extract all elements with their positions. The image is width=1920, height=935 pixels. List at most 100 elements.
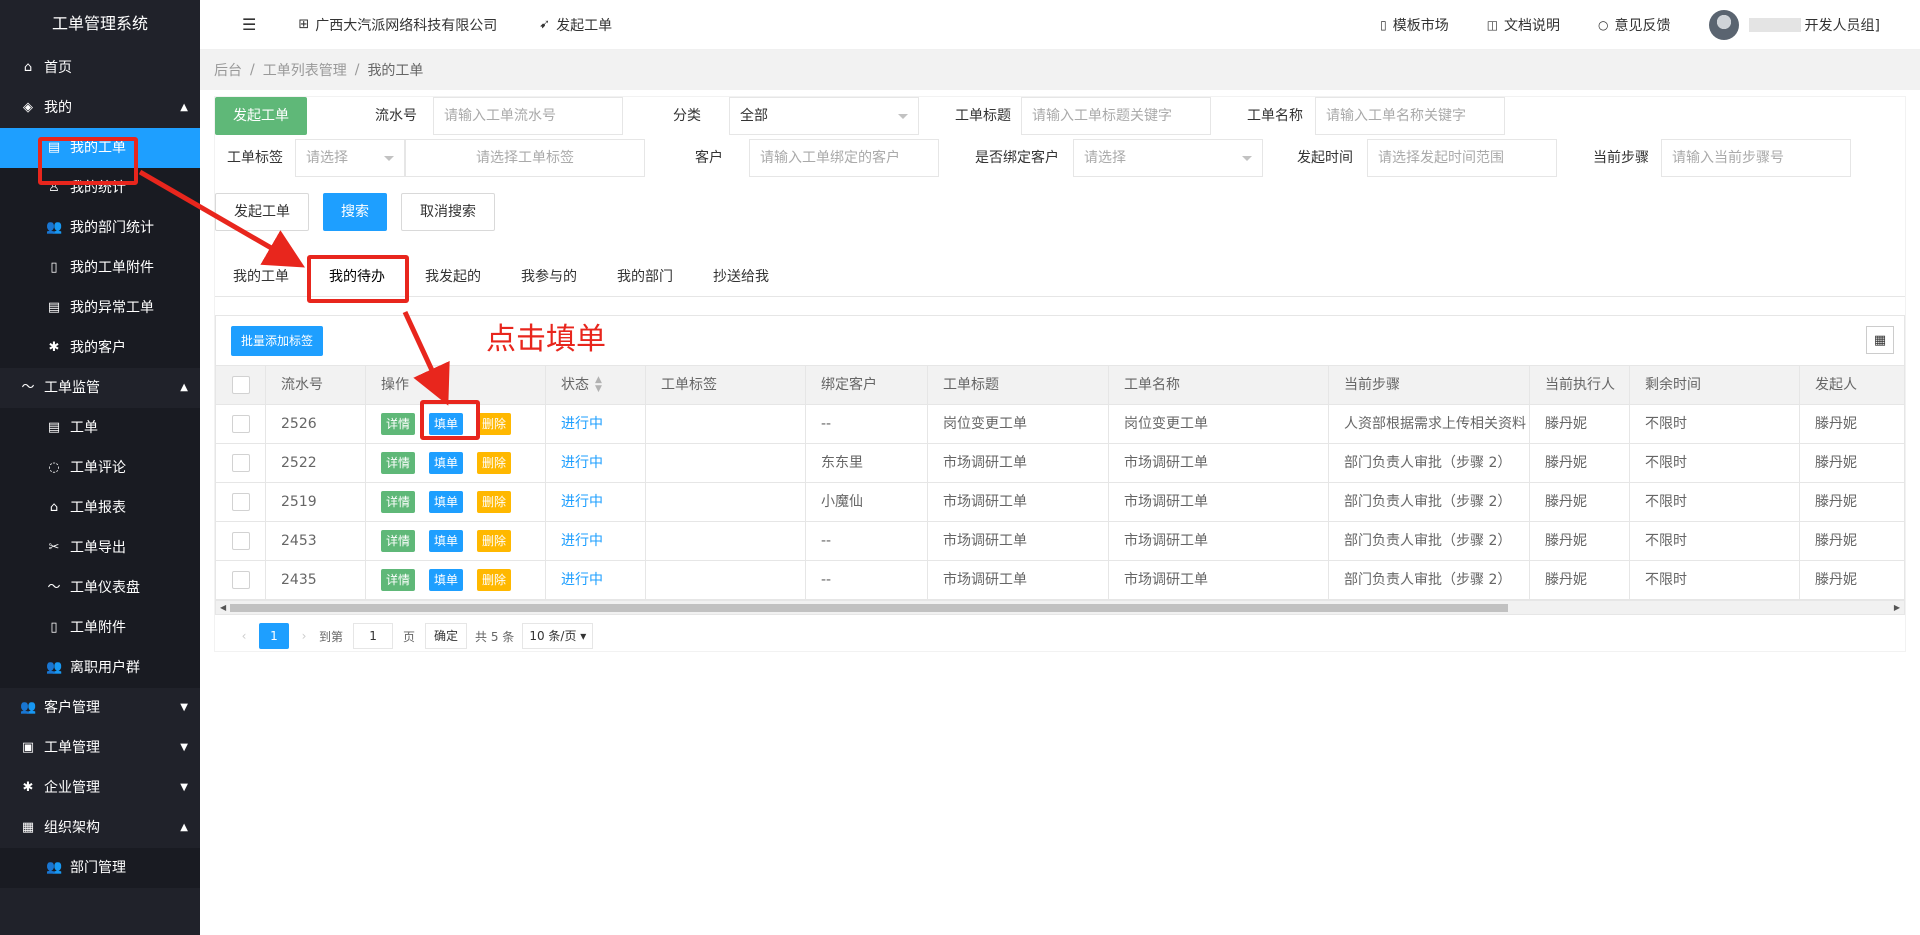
col-status[interactable]: 状态 ▲ ▼: [546, 366, 646, 404]
next-page-icon[interactable]: ›: [289, 623, 319, 649]
tab-participated[interactable]: 我参与的: [503, 257, 595, 297]
fill-button[interactable]: 填单: [429, 491, 464, 513]
delete-button[interactable]: 删除: [477, 413, 512, 435]
fill-button[interactable]: 填单: [429, 452, 464, 474]
company-switch-button[interactable]: ⊞ 广西大汽派网络科技有限公司: [298, 15, 497, 35]
col-remain: 剩余时间: [1630, 366, 1800, 404]
create-ticket-button[interactable]: 发起工单: [215, 97, 307, 135]
delete-button[interactable]: 删除: [477, 569, 512, 591]
sidebar-item-dept-mgmt[interactable]: 👥 部门管理: [0, 848, 200, 888]
row-checkbox[interactable]: [216, 444, 266, 482]
bind-customer-select[interactable]: 请选择: [1073, 139, 1263, 177]
sidebar-item-my-attachments[interactable]: ▯ 我的工单附件: [0, 248, 200, 288]
doc-icon: ▤: [47, 420, 61, 435]
sidebar-group-enterprise[interactable]: ✱ 企业管理 ▼: [0, 768, 200, 808]
sidebar-item-resigned-users[interactable]: 👥 离职用户群: [0, 648, 200, 688]
cell-status[interactable]: 进行中: [546, 522, 646, 560]
row-checkbox[interactable]: [216, 561, 266, 599]
send-icon: ➹: [539, 17, 551, 32]
horizontal-scrollbar[interactable]: ◀ ▶: [216, 600, 1904, 614]
scrollbar-thumb[interactable]: [230, 604, 1508, 612]
category-label: 分类: [673, 108, 701, 124]
columns-icon[interactable]: ▦: [1866, 326, 1894, 354]
page-current[interactable]: 1: [259, 623, 289, 649]
batch-add-tag-button[interactable]: 批量添加标签: [231, 326, 324, 356]
sidebar-item-my-abnormal[interactable]: ▤ 我的异常工单: [0, 288, 200, 328]
sidebar-item-attachments[interactable]: ▯ 工单附件: [0, 608, 200, 648]
table-container: 批量添加标签 ▦ 流水号 操作 状态 ▲ ▼ 工单标签 绑定客户 工单标题 工单名称…: [215, 315, 1905, 642]
sort-icon[interactable]: ▲ ▼: [595, 376, 602, 394]
fill-button[interactable]: 填单: [429, 530, 464, 552]
detail-button[interactable]: 详情: [381, 569, 416, 591]
scroll-left-icon[interactable]: ◀: [220, 601, 226, 614]
tab-my-tickets[interactable]: 我的工单: [215, 257, 307, 297]
create-ticket-link[interactable]: ➹ 发起工单: [539, 15, 612, 35]
feedback-link[interactable]: ○ 意见反馈: [1598, 15, 1670, 35]
row-checkbox[interactable]: [216, 405, 266, 443]
tab-initiated[interactable]: 我发起的: [407, 257, 499, 297]
sidebar-group-ticket-mgmt[interactable]: ▣ 工单管理 ▼: [0, 728, 200, 768]
detail-button[interactable]: 详情: [381, 530, 416, 552]
sidebar-item-dept-stats[interactable]: 👥 我的部门统计: [0, 208, 200, 248]
row-checkbox[interactable]: [216, 522, 266, 560]
select-all-checkbox[interactable]: [216, 366, 266, 404]
title-input[interactable]: 请输入工单标题关键字: [1021, 97, 1211, 135]
cell-remain: 不限时: [1630, 561, 1800, 599]
docs-link[interactable]: ◫ 文档说明: [1487, 15, 1560, 35]
cell-status[interactable]: 进行中: [546, 561, 646, 599]
sidebar-item-my-customers[interactable]: ✱ 我的客户: [0, 328, 200, 368]
fill-button[interactable]: 填单: [429, 569, 464, 591]
delete-button[interactable]: 删除: [477, 491, 512, 513]
sidebar-item-dashboard[interactable]: 〜工单仪表盘: [0, 568, 200, 608]
detail-button[interactable]: 详情: [381, 452, 416, 474]
sidebar-group-customers[interactable]: 👥 客户管理 ▼: [0, 688, 200, 728]
col-serial: 流水号: [266, 366, 366, 404]
detail-button[interactable]: 详情: [381, 413, 416, 435]
time-input[interactable]: 请选择发起时间范围: [1367, 139, 1557, 177]
prev-page-icon[interactable]: ‹: [229, 623, 259, 649]
template-market-link[interactable]: ▯ 模板市场: [1380, 15, 1449, 35]
cell-title: 岗位变更工单: [928, 405, 1109, 443]
time-label: 发起时间: [1297, 150, 1353, 166]
detail-button[interactable]: 详情: [381, 491, 416, 513]
user-menu[interactable]: 开发人员组]: [1708, 10, 1880, 40]
cell-status[interactable]: 进行中: [546, 405, 646, 443]
breadcrumb-home[interactable]: 后台: [214, 60, 242, 80]
cell-step: 部门负责人审批（步骤 2）: [1329, 522, 1530, 560]
cell-status[interactable]: 进行中: [546, 483, 646, 521]
sidebar-group-mine[interactable]: ◈ 我的 ▲: [0, 88, 200, 128]
tab-cc-me[interactable]: 抄送给我: [695, 257, 787, 297]
step-input[interactable]: 请输入当前步骤号: [1661, 139, 1851, 177]
goto-ok-button[interactable]: 确定: [425, 623, 468, 649]
search-button[interactable]: 搜索: [323, 193, 387, 231]
sidebar-item-reports[interactable]: ⌂ 工单报表: [0, 488, 200, 528]
cell-tag: [646, 483, 806, 521]
cell-status[interactable]: 进行中: [546, 444, 646, 482]
delete-button[interactable]: 删除: [477, 530, 512, 552]
scroll-right-icon[interactable]: ▶: [1894, 601, 1900, 614]
menu-toggle-button[interactable]: ☰: [242, 15, 256, 34]
sidebar-item-home[interactable]: ⌂ 首页: [0, 48, 200, 88]
page-size-select[interactable]: 10 条/页 ▾: [522, 623, 594, 649]
customer-input[interactable]: 请输入工单绑定的客户: [749, 139, 939, 177]
cancel-search-button[interactable]: 取消搜索: [401, 193, 495, 231]
export-icon: ✂: [48, 540, 60, 555]
tag-input[interactable]: 请选择工单标签: [405, 139, 645, 177]
tab-my-dept[interactable]: 我的部门: [599, 257, 691, 297]
goto-page-input[interactable]: 1: [353, 623, 394, 649]
tag-select[interactable]: 请选择: [295, 139, 405, 177]
breadcrumb-list[interactable]: 工单列表管理: [263, 60, 347, 80]
row-checkbox[interactable]: [216, 483, 266, 521]
name-input[interactable]: 请输入工单名称关键字: [1315, 97, 1505, 135]
category-select[interactable]: 全部: [729, 97, 919, 135]
sidebar-group-org[interactable]: ▦ 组织架构 ▲: [0, 808, 200, 848]
sidebar-item-export[interactable]: ✂ 工单导出: [0, 528, 200, 568]
create-ticket-button-2[interactable]: 发起工单: [215, 193, 309, 231]
sidebar-group-supervision[interactable]: 〜工单监管 ▲: [0, 368, 200, 408]
cell-executor: 滕丹妮: [1530, 561, 1630, 599]
delete-button[interactable]: 删除: [477, 452, 512, 474]
sidebar-item-comments[interactable]: ◌ 工单评论: [0, 448, 200, 488]
serial-input[interactable]: 请输入工单流水号: [433, 97, 623, 135]
breadcrumb-current: 我的工单: [367, 63, 424, 79]
sidebar-item-tickets[interactable]: ▤ 工单: [0, 408, 200, 448]
